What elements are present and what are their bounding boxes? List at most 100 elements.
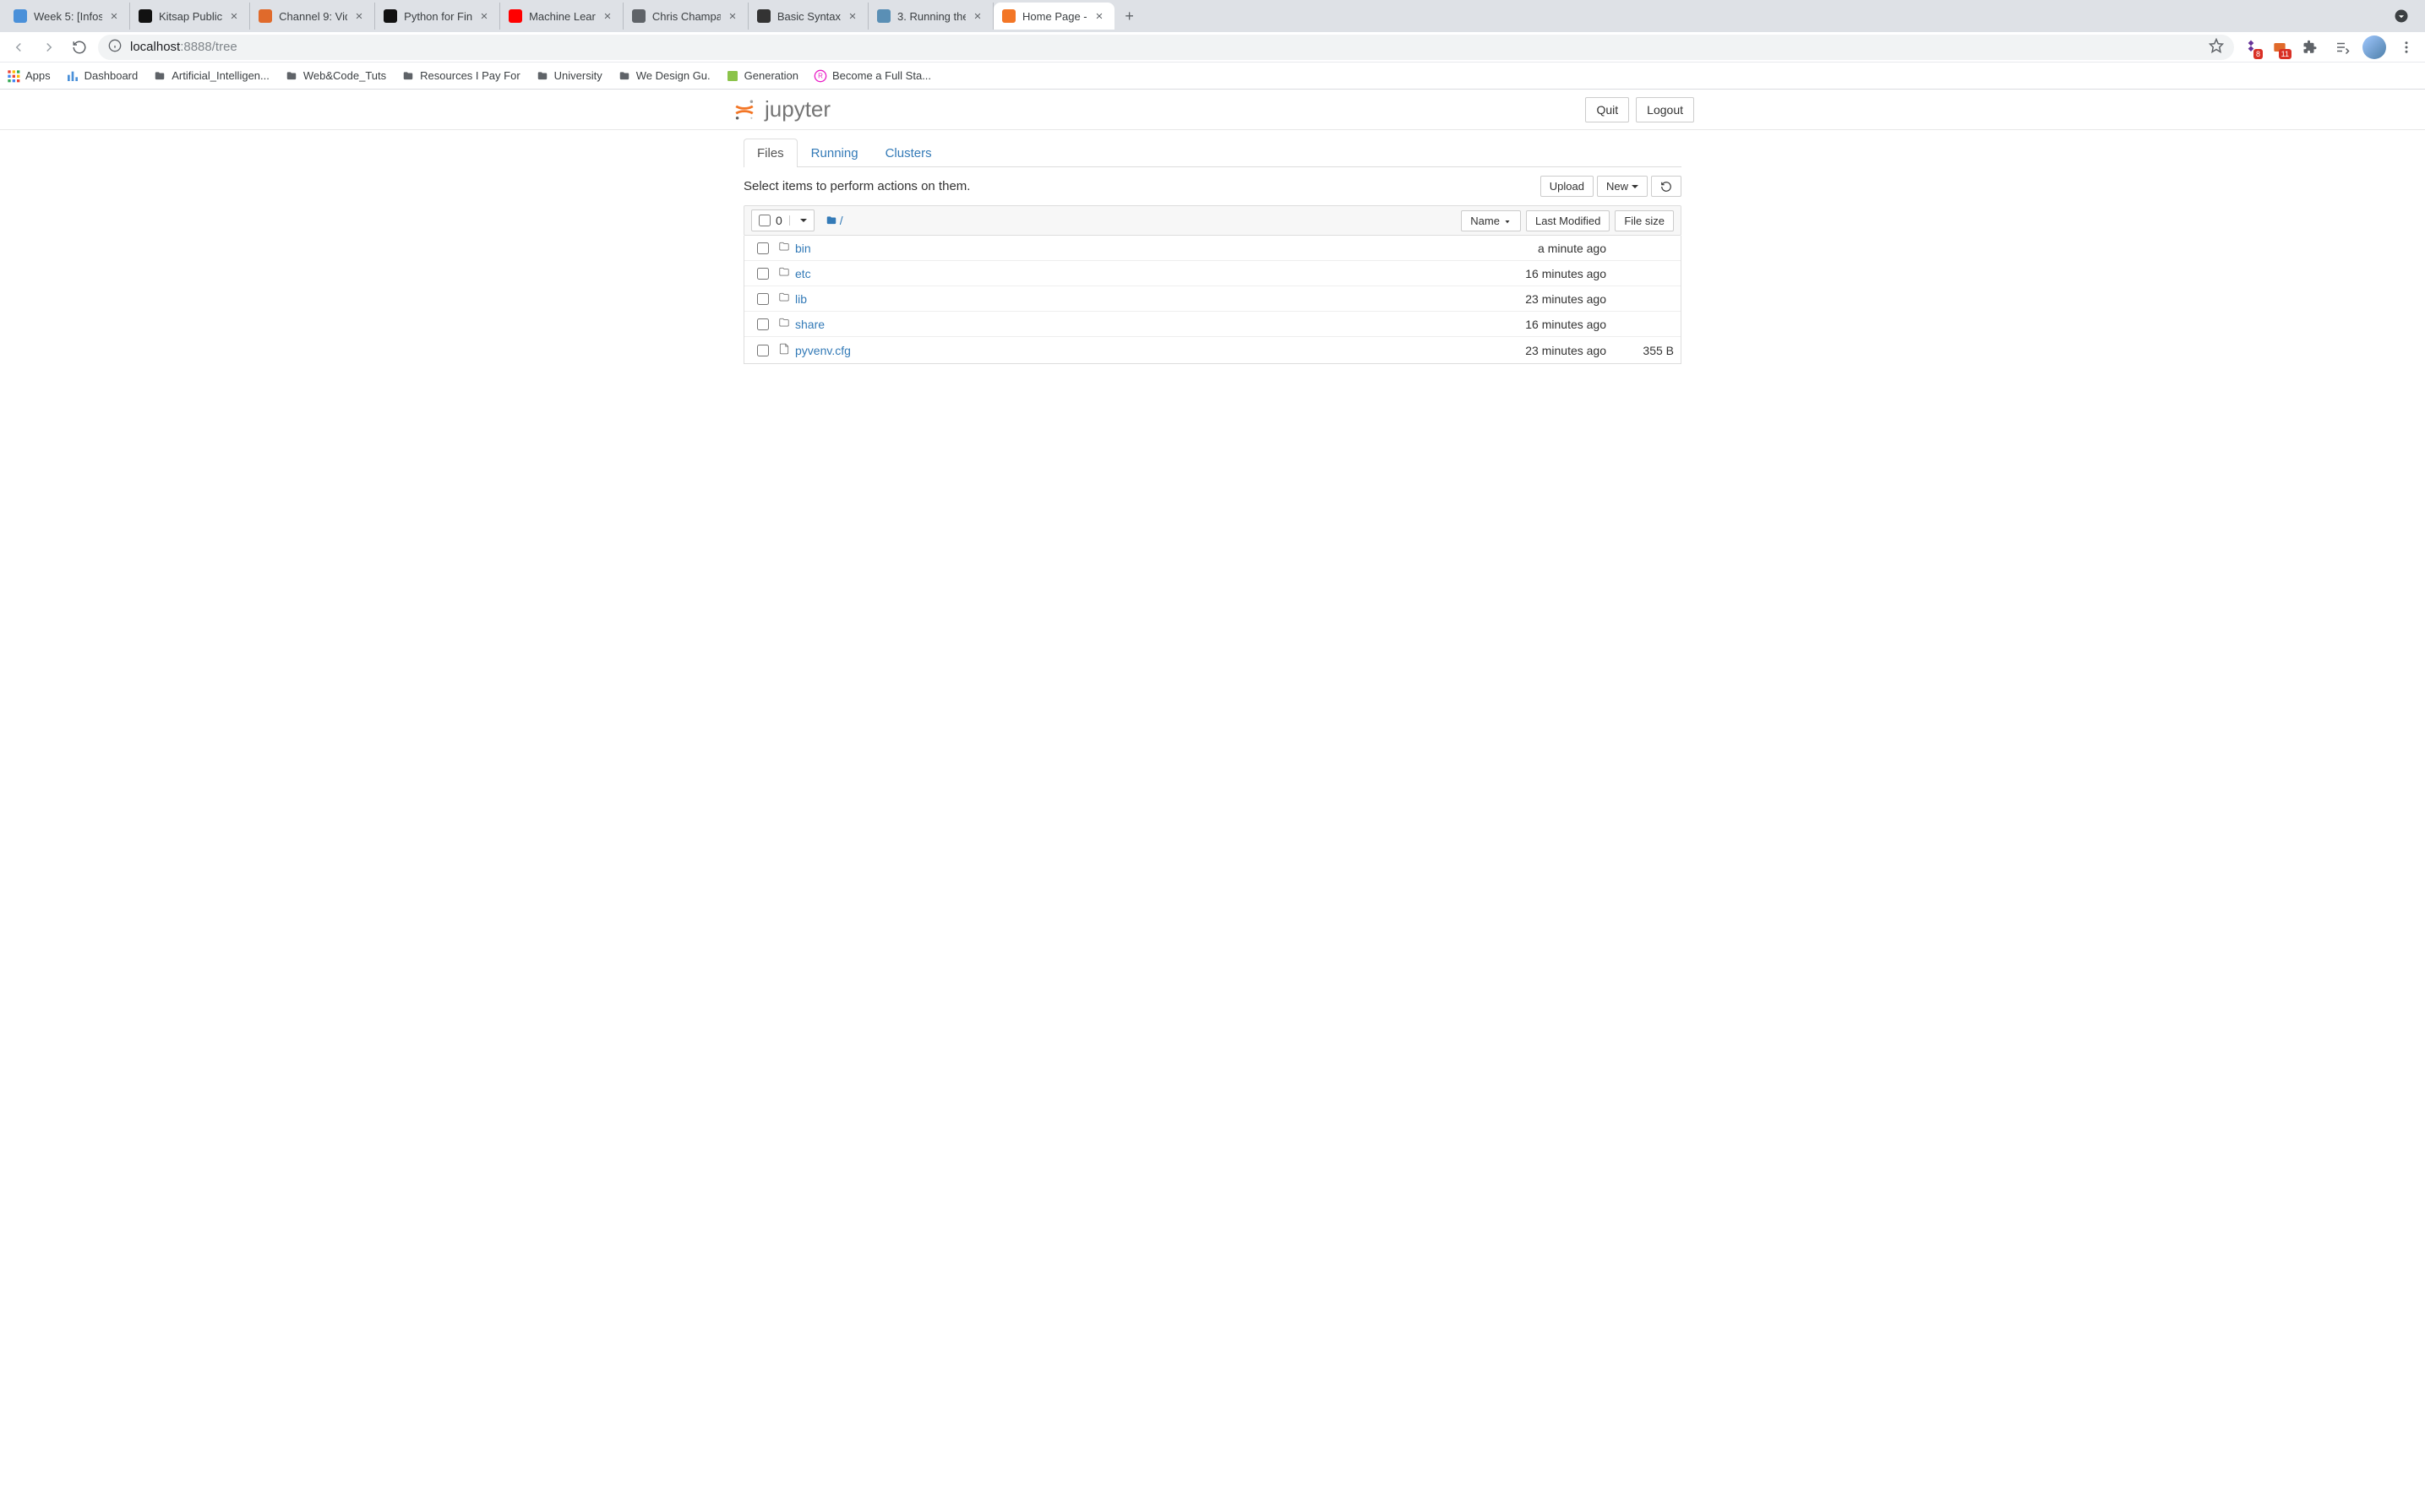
select-menu-dropdown[interactable] [789, 215, 814, 226]
reload-button[interactable] [68, 35, 91, 59]
browser-tab[interactable]: Python for Fin [375, 3, 500, 30]
tab-close-icon[interactable] [726, 9, 739, 23]
tab-favicon [1002, 9, 1016, 23]
extension-1-badge: 8 [2253, 49, 2263, 59]
tab-clusters[interactable]: Clusters [872, 139, 945, 167]
browser-tab-strip: Week 5: [InfosKitsap Public Channel 9: Vi… [0, 0, 2425, 32]
bookmark-item[interactable]: R Become a Full Sta... [814, 69, 931, 83]
new-tab-button[interactable]: + [1118, 4, 1142, 28]
breadcrumb-root[interactable]: / [825, 214, 843, 227]
item-modified: 23 minutes ago [1471, 292, 1606, 306]
bookmark-item[interactable]: Web&Code_Tuts [285, 69, 386, 83]
browser-tab[interactable]: Kitsap Public [130, 3, 250, 30]
bookmark-item[interactable]: We Design Gu. [618, 69, 711, 83]
tab-close-icon[interactable] [971, 9, 984, 23]
item-name-link[interactable]: share [795, 318, 825, 331]
sort-name-button[interactable]: Name [1461, 210, 1521, 231]
tab-favicon [384, 9, 397, 23]
browser-tab[interactable]: 3. Running the [869, 3, 994, 30]
svg-text:R: R [818, 72, 823, 79]
tab-title: 3. Running the [897, 10, 966, 23]
item-name-link[interactable]: pyvenv.cfg [795, 344, 851, 357]
jupyter-logo[interactable]: jupyter [731, 96, 831, 122]
site-info-icon[interactable] [108, 39, 122, 56]
bookmark-label: Web&Code_Tuts [303, 69, 386, 82]
tab-favicon [139, 9, 152, 23]
item-name-link[interactable]: etc [795, 267, 811, 280]
extension-2-icon[interactable]: 11 [2270, 37, 2290, 57]
folder-icon [775, 266, 793, 280]
browser-tab[interactable]: Week 5: [Infos [5, 3, 130, 30]
tab-close-icon[interactable] [227, 9, 241, 23]
row-checkbox[interactable] [757, 345, 769, 356]
tab-close-icon[interactable] [352, 9, 366, 23]
tab-close-icon[interactable] [107, 9, 121, 23]
bookmark-item[interactable]: Generation [726, 69, 798, 83]
row-checkbox[interactable] [757, 318, 769, 330]
file-row: share 16 minutes ago [744, 311, 1681, 336]
tab-favicon [757, 9, 771, 23]
refresh-file-list-button[interactable] [1651, 176, 1681, 197]
tab-favicon [14, 9, 27, 23]
row-checkbox[interactable] [757, 293, 769, 305]
bars-icon [66, 69, 79, 83]
bookmark-label: Artificial_Intelligen... [172, 69, 270, 82]
breadcrumb-root-label: / [840, 214, 843, 227]
bookmark-item[interactable]: Resources I Pay For [401, 69, 520, 83]
bookmark-item[interactable]: Artificial_Intelligen... [153, 69, 270, 83]
folder-icon [401, 69, 415, 83]
chrome-menu-icon[interactable] [2395, 35, 2418, 59]
tab-close-icon[interactable] [601, 9, 614, 23]
extensions-puzzle-icon[interactable] [2298, 35, 2322, 59]
sort-modified-button[interactable]: Last Modified [1526, 210, 1610, 231]
tab-title: Basic Syntax [777, 10, 841, 23]
browser-tab[interactable]: Basic Syntax [749, 3, 869, 30]
tab-files[interactable]: Files [744, 139, 798, 167]
item-name-link[interactable]: bin [795, 242, 811, 255]
file-row: etc16 minutes ago [744, 260, 1681, 286]
tab-title: Chris Champa [652, 10, 721, 23]
folder-icon [285, 69, 298, 83]
extension-1-icon[interactable]: 8 [2241, 37, 2261, 57]
bookmark-star-icon[interactable] [2209, 38, 2224, 57]
file-list: bina minute agoetc16 minutes agolib23 mi… [744, 236, 1681, 364]
browser-tab[interactable]: Home Page - [994, 3, 1114, 30]
tab-close-icon[interactable] [846, 9, 859, 23]
forward-button[interactable] [37, 35, 61, 59]
bookmark-label: Become a Full Sta... [832, 69, 931, 82]
bookmark-label: We Design Gu. [636, 69, 711, 82]
upload-button[interactable]: Upload [1540, 176, 1594, 197]
tab-close-icon[interactable] [1093, 9, 1106, 23]
bookmark-item[interactable]: Dashboard [66, 69, 139, 83]
address-bar[interactable]: localhost:8888/tree [98, 35, 2234, 60]
select-all-checkbox[interactable] [759, 215, 771, 226]
tab-favicon [632, 9, 646, 23]
browser-tab[interactable]: Chris Champa [624, 3, 749, 30]
file-row: bina minute ago [744, 236, 1681, 260]
item-name-link[interactable]: lib [795, 292, 807, 306]
account-dropdown-icon[interactable] [2390, 4, 2413, 28]
reading-list-icon[interactable] [2330, 35, 2354, 59]
circle-r-icon: R [814, 69, 827, 83]
profile-avatar[interactable] [2362, 35, 2386, 59]
tab-close-icon[interactable] [477, 9, 491, 23]
browser-tab[interactable]: Channel 9: Vid [250, 3, 375, 30]
new-dropdown[interactable]: New [1597, 176, 1648, 197]
quit-button[interactable]: Quit [1585, 97, 1629, 122]
select-all-checkbox-part[interactable]: 0 [752, 210, 789, 231]
back-button[interactable] [7, 35, 30, 59]
browser-tab[interactable]: Machine Lear [500, 3, 624, 30]
item-modified: 23 minutes ago [1471, 344, 1606, 357]
bookmark-item[interactable]: University [536, 69, 602, 83]
bookmark-label: Dashboard [84, 69, 139, 82]
row-checkbox[interactable] [757, 242, 769, 254]
file-icon [775, 342, 793, 358]
tab-running[interactable]: Running [798, 139, 872, 167]
logout-button[interactable]: Logout [1636, 97, 1694, 122]
row-checkbox[interactable] [757, 268, 769, 280]
folder-icon [153, 69, 166, 83]
bookmark-item[interactable]: Apps [7, 69, 51, 83]
tab-title: Channel 9: Vid [279, 10, 347, 23]
item-modified: 16 minutes ago [1471, 318, 1606, 331]
sort-size-button[interactable]: File size [1615, 210, 1674, 231]
